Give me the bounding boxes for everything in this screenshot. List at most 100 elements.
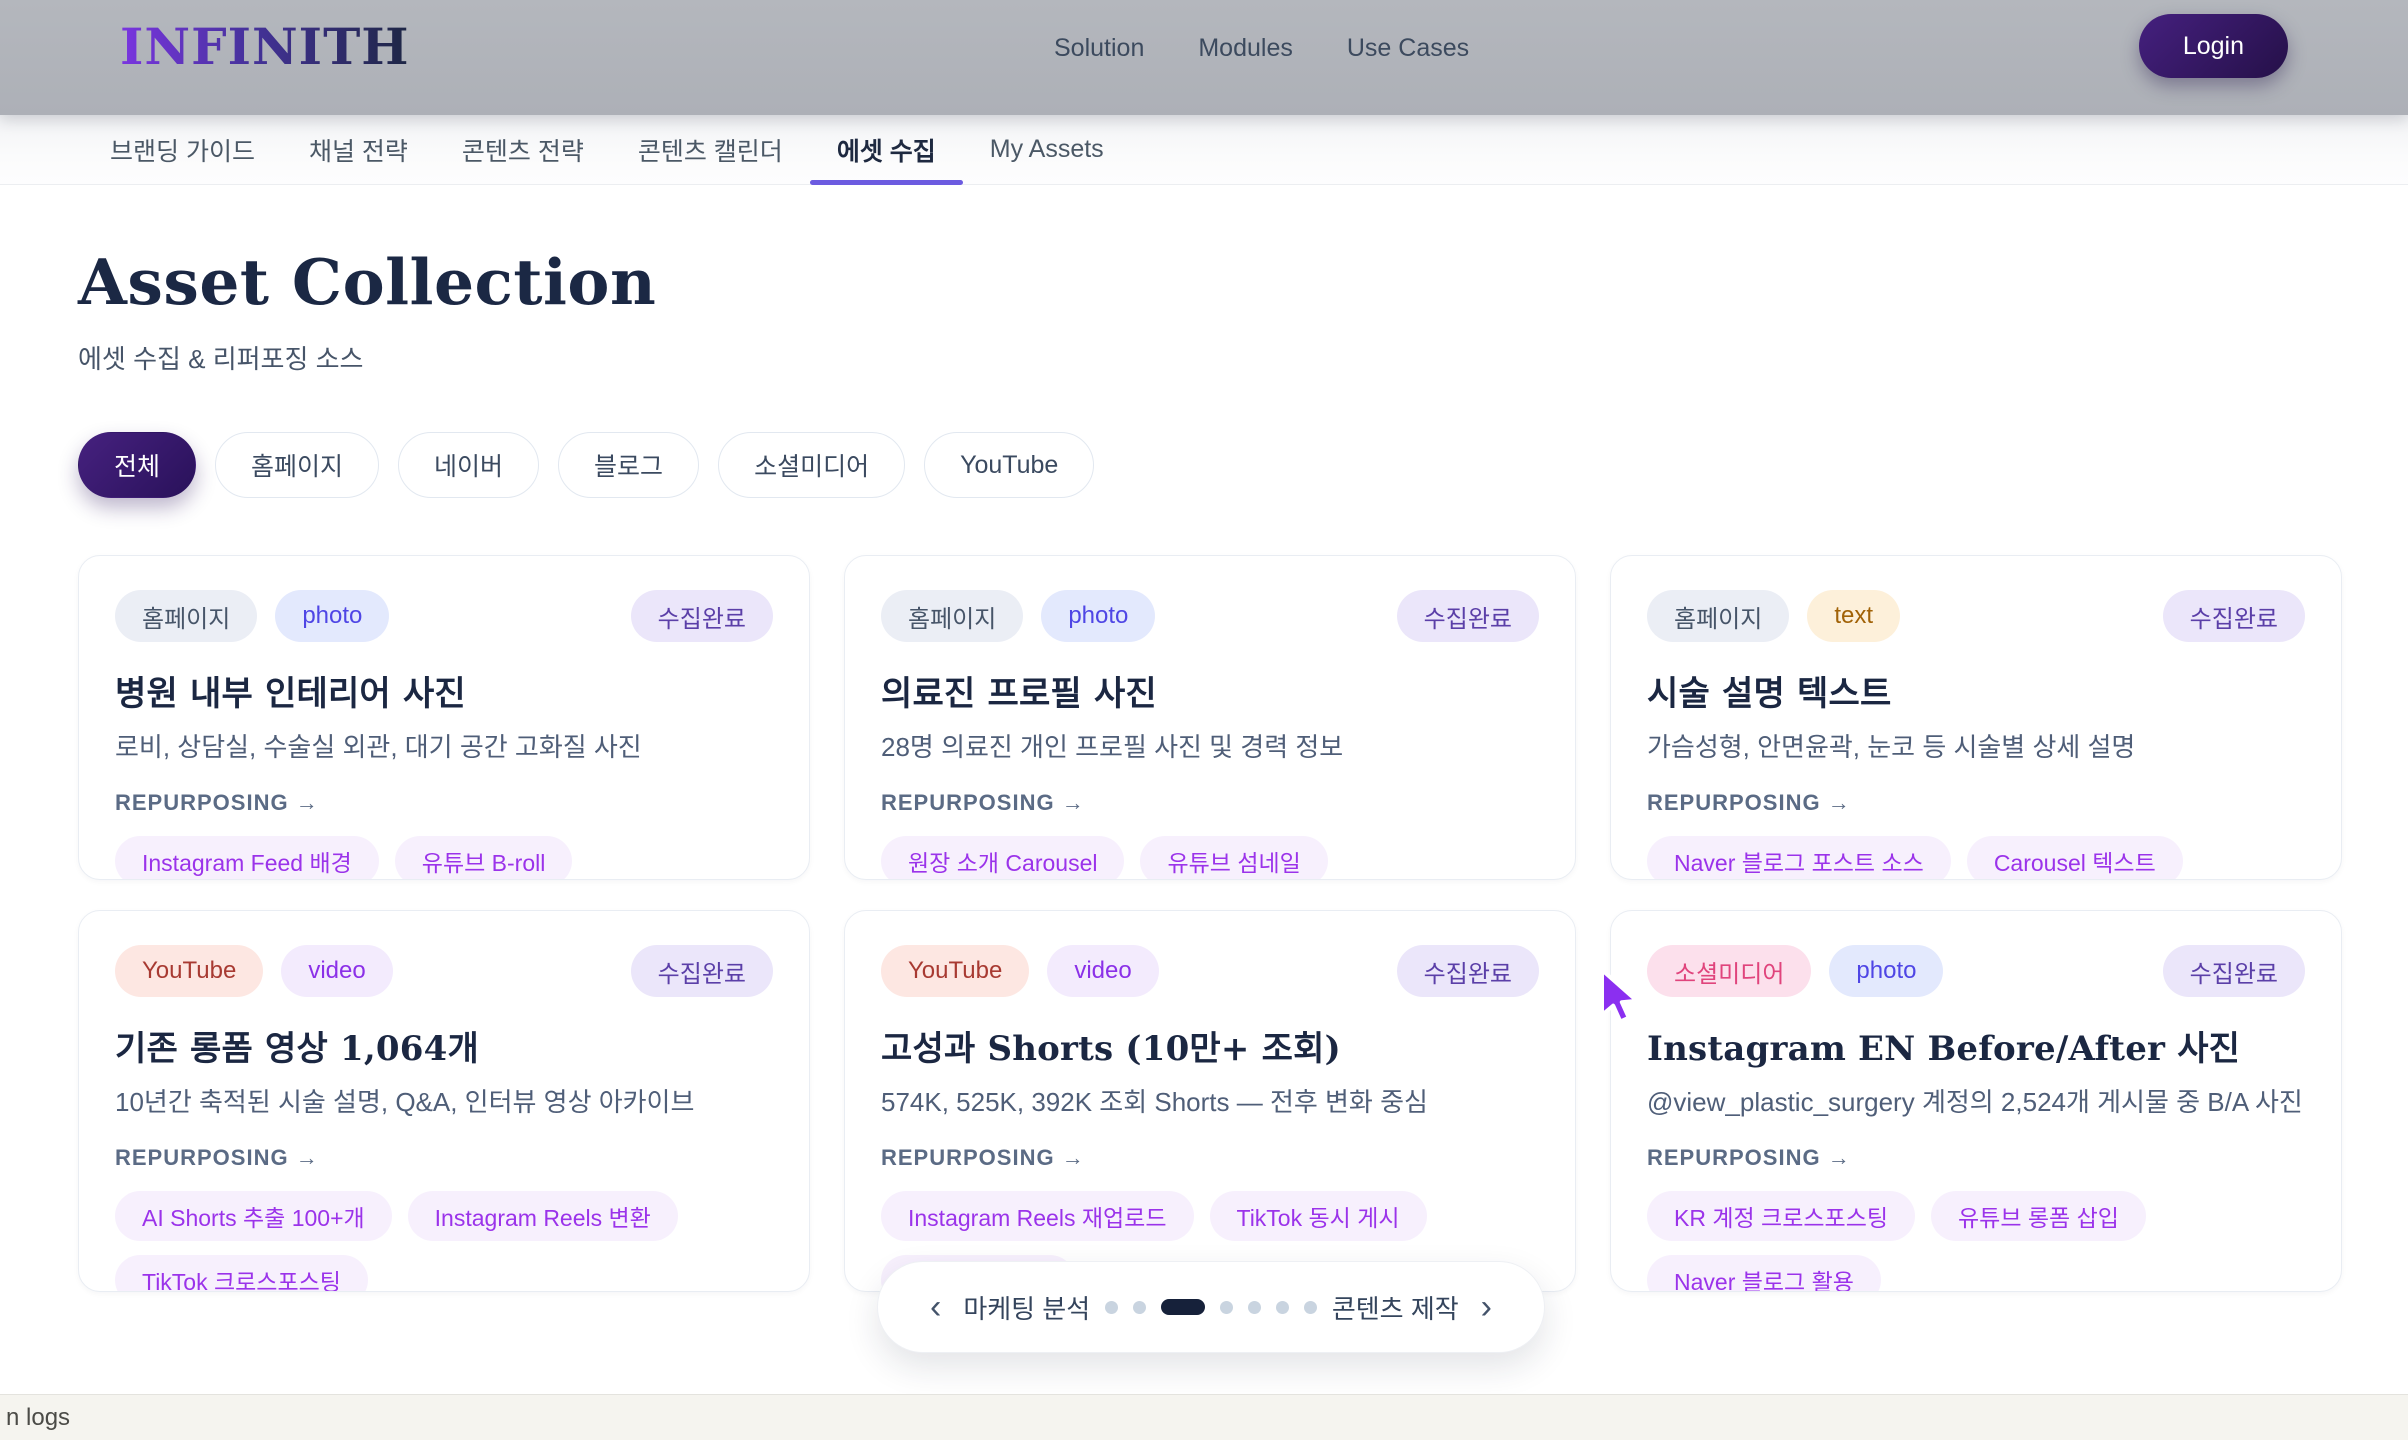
- repurposing-label: REPURPOSING →: [881, 1145, 1539, 1171]
- carousel-dot-active[interactable]: [1161, 1299, 1205, 1315]
- repurposing-label: REPURPOSING →: [1647, 790, 2305, 816]
- media-type-tag: photo: [1041, 590, 1155, 642]
- card-tag-row: YouTube video 수집완료: [115, 945, 773, 997]
- repurposing-chip-row: KR 계정 크로스포스팅 유튜브 롱폼 삽입 Naver 블로그 활용: [1647, 1191, 2305, 1292]
- tab-content-strategy[interactable]: 콘텐츠 전략: [435, 115, 611, 184]
- repurposing-label: REPURPOSING →: [115, 1145, 773, 1171]
- tab-asset-collection[interactable]: 에셋 수집: [810, 115, 963, 184]
- top-nav: Solution Modules Use Cases: [1054, 0, 1469, 96]
- status-badge: 수집완료: [2163, 945, 2305, 997]
- media-type-tag: text: [1807, 590, 1900, 642]
- repurposing-chip[interactable]: Instagram Feed 배경: [115, 836, 379, 880]
- carousel-prev-link[interactable]: 마케팅 분석: [963, 1289, 1090, 1326]
- repurposing-label: REPURPOSING →: [115, 790, 773, 816]
- source-tag: 홈페이지: [115, 590, 257, 642]
- repurposing-chip[interactable]: 유튜브 롱폼 삽입: [1931, 1191, 2146, 1241]
- module-tabbar: 브랜딩 가이드 채널 전략 콘텐츠 전략 콘텐츠 캘린더 에셋 수집 My As…: [0, 115, 2408, 185]
- asset-card[interactable]: 홈페이지 photo 수집완료 의료진 프로필 사진 28명 의료진 개인 프로…: [844, 555, 1576, 880]
- card-description: 가슴성형, 안면윤곽, 눈코 등 시술별 상세 설명: [1647, 727, 2305, 764]
- card-description: 28명 의료진 개인 프로필 사진 및 경력 정보: [881, 727, 1539, 764]
- repurposing-chip[interactable]: Naver 블로그 포스트 소스: [1647, 836, 1951, 880]
- bottom-status-bar: n logs: [0, 1394, 2408, 1440]
- repurposing-chip[interactable]: 유튜브 섬네일: [1140, 836, 1327, 880]
- carousel-dot[interactable]: [1276, 1301, 1289, 1314]
- chevron-left-icon[interactable]: ‹: [930, 1290, 941, 1324]
- carousel-dot[interactable]: [1133, 1301, 1146, 1314]
- repurposing-chip[interactable]: AI Shorts 추출 100+개: [115, 1191, 392, 1241]
- tab-branding-guide[interactable]: 브랜딩 가이드: [83, 115, 282, 184]
- card-title: 기존 롱폼 영상 1,064개: [115, 1021, 773, 1070]
- card-title: 고성과 Shorts (10만+ 조회): [881, 1021, 1539, 1070]
- repurposing-chip[interactable]: 원장 소개 Carousel: [881, 836, 1124, 880]
- section-carousel-bar: ‹ 마케팅 분석 콘텐츠 제작 ›: [877, 1261, 1545, 1353]
- status-badge: 수집완료: [2163, 590, 2305, 642]
- carousel-dots: [1090, 1299, 1332, 1315]
- tab-channel-strategy[interactable]: 채널 전략: [282, 115, 435, 184]
- repurposing-chip[interactable]: 유튜브 B-roll: [395, 836, 573, 880]
- repurposing-chip[interactable]: Instagram Reels 재업로드: [881, 1191, 1194, 1241]
- asset-card[interactable]: 홈페이지 text 수집완료 시술 설명 텍스트 가슴성형, 안면윤곽, 눈코 …: [1610, 555, 2342, 880]
- carousel-dot[interactable]: [1105, 1301, 1118, 1314]
- repurposing-chip-row: Naver 블로그 포스트 소스 Carousel 텍스트 광고 카피: [1647, 836, 2305, 880]
- repurposing-label: REPURPOSING →: [881, 790, 1539, 816]
- repurposing-label: REPURPOSING →: [1647, 1145, 2305, 1171]
- repurposing-chip-row: AI Shorts 추출 100+개 Instagram Reels 변환 Ti…: [115, 1191, 773, 1292]
- asset-card[interactable]: YouTube video 수집완료 고성과 Shorts (10만+ 조회) …: [844, 910, 1576, 1292]
- carousel-next-link[interactable]: 콘텐츠 제작: [1332, 1289, 1459, 1326]
- media-type-tag: photo: [1829, 945, 1943, 997]
- card-tag-row: YouTube video 수집완료: [881, 945, 1539, 997]
- brand-logo[interactable]: INFINITH: [120, 22, 410, 72]
- media-type-tag: video: [1047, 945, 1158, 997]
- repurposing-chip[interactable]: TikTok 크로스포스팅: [115, 1255, 368, 1292]
- card-title: 시술 설명 텍스트: [1647, 666, 2305, 715]
- source-tag: 소셜미디어: [1647, 945, 1811, 997]
- carousel-dot[interactable]: [1220, 1301, 1233, 1314]
- repurposing-chip[interactable]: Carousel 텍스트: [1967, 836, 2183, 880]
- nav-item-modules[interactable]: Modules: [1198, 34, 1293, 63]
- asset-card[interactable]: YouTube video 수집완료 기존 롱폼 영상 1,064개 10년간 …: [78, 910, 810, 1292]
- card-tag-row: 홈페이지 text 수집완료: [1647, 590, 2305, 642]
- status-badge: 수집완료: [631, 945, 773, 997]
- asset-card[interactable]: 홈페이지 photo 수집완료 병원 내부 인테리어 사진 로비, 상담실, 수…: [78, 555, 810, 880]
- repurposing-chip[interactable]: KR 계정 크로스포스팅: [1647, 1191, 1915, 1241]
- repurposing-chip-row: 원장 소개 Carousel 유튜브 섬네일 네이버 블로그 프로필: [881, 836, 1539, 880]
- repurposing-chip[interactable]: TikTok 동시 게시: [1210, 1191, 1427, 1241]
- status-badge: 수집완료: [1397, 945, 1539, 997]
- media-type-tag: video: [281, 945, 392, 997]
- nav-item-solution[interactable]: Solution: [1054, 34, 1144, 63]
- card-description: @view_plastic_surgery 계정의 2,524개 게시물 중 B…: [1647, 1082, 2305, 1119]
- card-title: 의료진 프로필 사진: [881, 666, 1539, 715]
- filter-naver[interactable]: 네이버: [398, 432, 539, 498]
- login-button[interactable]: Login: [2139, 14, 2288, 78]
- main-content: Asset Collection 에셋 수집 & 리퍼포징 소스 전체 홈페이지…: [0, 185, 2408, 1292]
- card-title: 병원 내부 인테리어 사진: [115, 666, 773, 715]
- nav-item-use-cases[interactable]: Use Cases: [1347, 34, 1469, 63]
- footer-logs-text: n logs: [6, 1404, 70, 1432]
- card-title: Instagram EN Before/After 사진: [1647, 1021, 2305, 1070]
- card-description: 574K, 525K, 392K 조회 Shorts — 전후 변화 중심: [881, 1082, 1539, 1119]
- status-badge: 수집완료: [1397, 590, 1539, 642]
- page-title: Asset Collection: [78, 245, 2345, 319]
- tab-content-calendar[interactable]: 콘텐츠 캘린더: [611, 115, 810, 184]
- source-tag: YouTube: [881, 945, 1029, 997]
- filter-bar: 전체 홈페이지 네이버 블로그 소셜미디어 YouTube: [78, 432, 2345, 498]
- filter-youtube[interactable]: YouTube: [924, 432, 1094, 498]
- source-tag: 홈페이지: [881, 590, 1023, 642]
- repurposing-chip[interactable]: Naver 블로그 활용: [1647, 1255, 1881, 1292]
- top-header: INFINITH Solution Modules Use Cases Logi…: [0, 0, 2408, 115]
- tab-my-assets[interactable]: My Assets: [963, 115, 1131, 184]
- filter-social-media[interactable]: 소셜미디어: [718, 432, 905, 498]
- carousel-dot[interactable]: [1248, 1301, 1261, 1314]
- card-tag-row: 소셜미디어 photo 수집완료: [1647, 945, 2305, 997]
- media-type-tag: photo: [275, 590, 389, 642]
- chevron-right-icon[interactable]: ›: [1481, 1290, 1492, 1324]
- carousel-dot[interactable]: [1304, 1301, 1317, 1314]
- filter-homepage[interactable]: 홈페이지: [215, 432, 379, 498]
- card-tag-row: 홈페이지 photo 수집완료: [881, 590, 1539, 642]
- repurposing-chip[interactable]: Instagram Reels 변환: [408, 1191, 678, 1241]
- filter-all[interactable]: 전체: [78, 432, 196, 498]
- asset-card[interactable]: 소셜미디어 photo 수집완료 Instagram EN Before/Aft…: [1610, 910, 2342, 1292]
- source-tag: YouTube: [115, 945, 263, 997]
- card-description: 로비, 상담실, 수술실 외관, 대기 공간 고화질 사진: [115, 727, 773, 764]
- filter-blog[interactable]: 블로그: [558, 432, 699, 498]
